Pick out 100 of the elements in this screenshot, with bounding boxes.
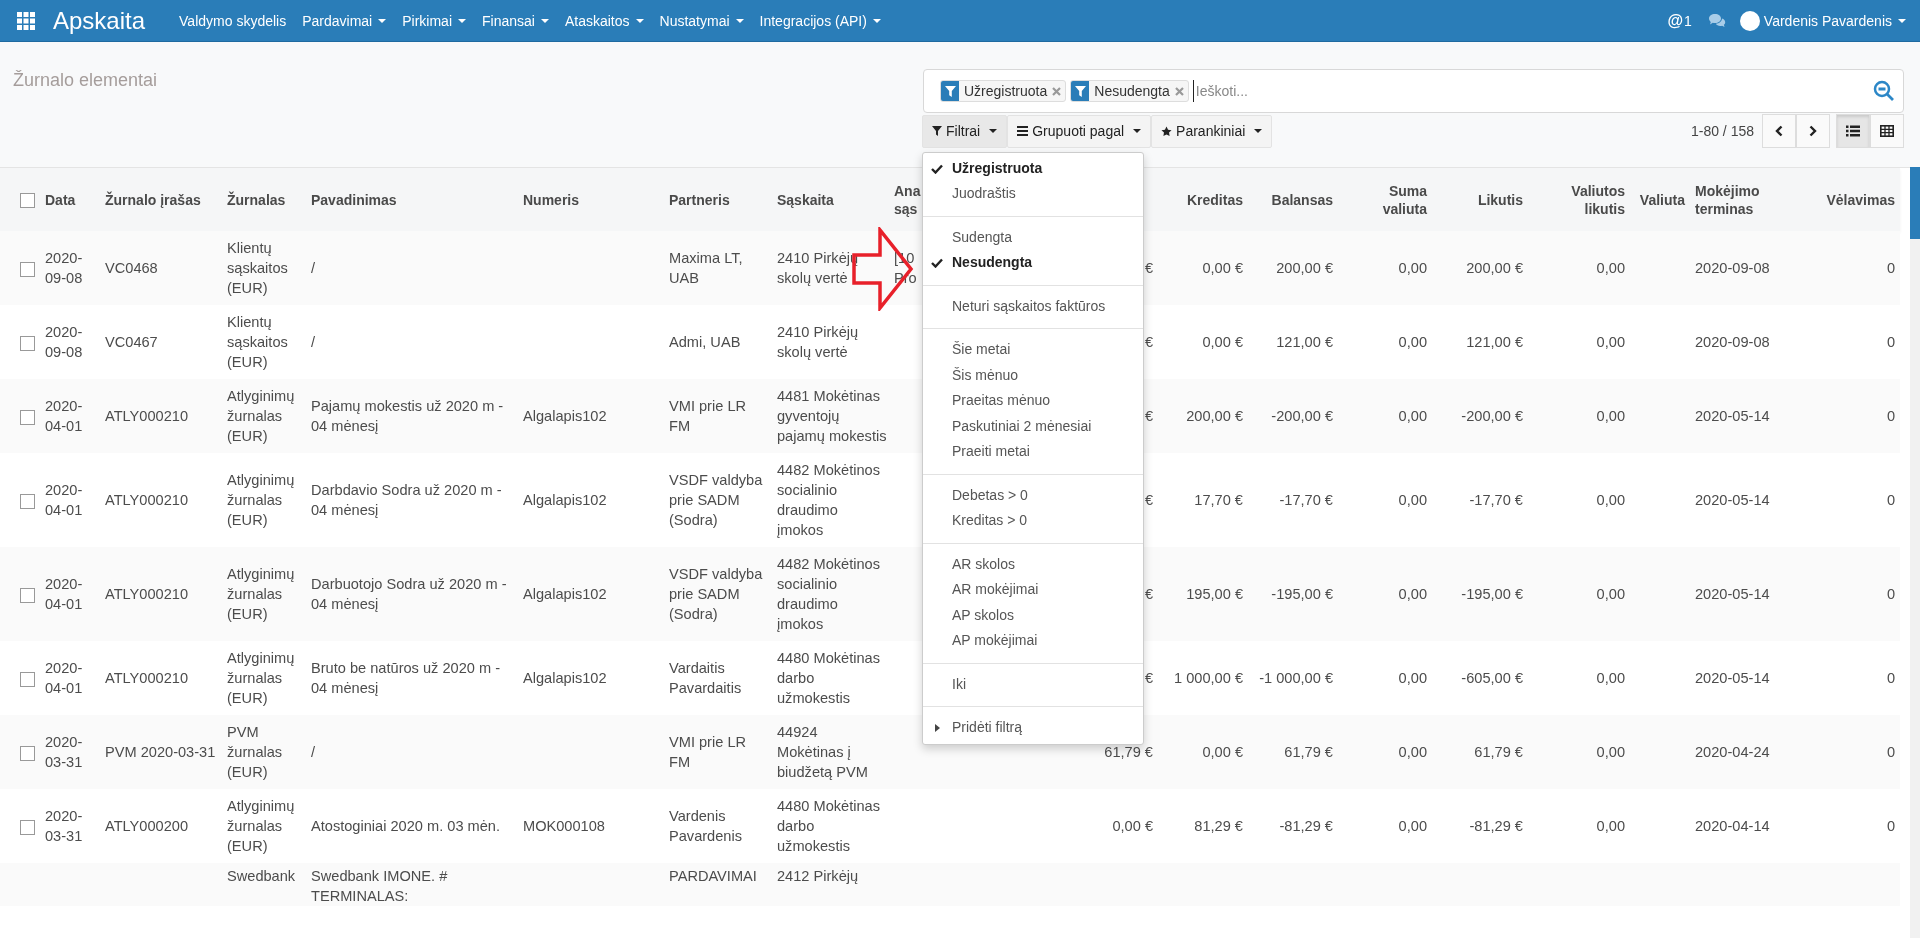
column-header[interactable]: Partneris bbox=[669, 190, 767, 209]
filter-facet[interactable]: Užregistruota bbox=[940, 80, 1067, 102]
filter-option[interactable]: Debetas > 0 bbox=[923, 482, 1143, 508]
filter-option[interactable]: Paskutiniai 2 mėnesiai bbox=[923, 413, 1143, 439]
nav-menu-item[interactable]: Valdymo skydelis bbox=[179, 12, 287, 29]
table-cell: 2020-04-24 bbox=[1695, 744, 1770, 760]
filter-option[interactable]: Praeitas mėnuo bbox=[923, 388, 1143, 414]
table-cell: -200,00 € bbox=[1271, 408, 1333, 424]
table-cell: -17,70 € bbox=[1469, 492, 1523, 508]
toolbar-dropdown-button[interactable]: Filtrai bbox=[922, 114, 1008, 148]
filter-option[interactable]: Šis mėnuo bbox=[923, 362, 1143, 388]
column-header[interactable]: Kreditas bbox=[1163, 190, 1243, 209]
table-cell: Atlyginimų žurnalas (EUR) bbox=[227, 472, 295, 528]
table-cell: / bbox=[311, 744, 316, 760]
column-header[interactable]: Žurnalas bbox=[227, 190, 301, 209]
column-header[interactable]: Mokėjimo terminas bbox=[1695, 181, 1785, 218]
table-cell: 0,00 bbox=[1596, 586, 1625, 602]
table-cell: VMI prie LR FM bbox=[669, 398, 747, 434]
nav-menu-item[interactable]: Nustatymai bbox=[659, 12, 744, 29]
filter-facet[interactable]: Nesudengta bbox=[1070, 80, 1189, 102]
table-cell: 2020-09-08 bbox=[45, 250, 83, 286]
table-cell: 4481 Mokėtinas gyventojų pajamų mokestis bbox=[777, 388, 887, 444]
table-cell: 0,00 bbox=[1398, 492, 1427, 508]
column-header[interactable]: Ana sąs bbox=[894, 181, 923, 218]
column-header[interactable]: Data bbox=[45, 190, 95, 209]
table-cell: € bbox=[1144, 492, 1153, 508]
filter-option[interactable]: Nesudengta bbox=[923, 250, 1143, 276]
pager-value: 1-80 / 158 bbox=[1690, 123, 1754, 139]
column-header[interactable]: Žurnalo įrašas bbox=[105, 190, 217, 209]
user-menu[interactable]: Vardenis Pavardenis bbox=[1763, 12, 1906, 29]
column-header[interactable]: Pavadinimas bbox=[311, 190, 513, 209]
column-header[interactable]: Valiuta bbox=[1635, 190, 1685, 209]
table-cell: Algalapis102 bbox=[523, 586, 607, 602]
column-header[interactable]: Sąskaita bbox=[777, 190, 887, 209]
table-cell: 0,00 bbox=[1596, 744, 1625, 760]
table-cell: € bbox=[1144, 334, 1153, 350]
table-cell: € bbox=[1144, 586, 1153, 602]
table-cell: 2020-05-14 bbox=[1695, 492, 1770, 508]
filter-option[interactable]: AR mokėjimai bbox=[923, 577, 1143, 603]
filter-option[interactable]: AP mokėjimai bbox=[923, 628, 1143, 654]
nav-menu-item[interactable]: Pardavimai bbox=[302, 12, 387, 29]
table-cell: 2020-03-31 bbox=[45, 734, 83, 770]
table-cell: Klientų sąskaitos (EUR) bbox=[227, 314, 288, 370]
table-cell: 44924 Mokėtinas į biudžetą PVM bbox=[777, 724, 868, 780]
table-cell: ATLY000210 bbox=[105, 586, 189, 602]
table-cell: -195,00 € bbox=[1461, 586, 1523, 602]
table-cell: 61,79 € bbox=[1104, 744, 1153, 760]
table-cell: PARDAVIMAI bbox=[669, 868, 757, 884]
filter-option[interactable]: Iki bbox=[923, 671, 1143, 697]
column-header[interactable]: Valiutos likutis bbox=[1533, 181, 1625, 218]
table-cell: 0,00 bbox=[1596, 260, 1625, 276]
table-cell: 200,00 € bbox=[1186, 408, 1243, 424]
filter-option[interactable]: Šie metai bbox=[923, 337, 1143, 363]
table-cell: -605,00 € bbox=[1461, 670, 1523, 686]
table-cell: Pajamų mokestis už 2020 m - 04 mėnesį bbox=[311, 398, 504, 434]
table-cell: -1 000,00 € bbox=[1259, 670, 1333, 686]
column-header[interactable]: Numeris bbox=[523, 190, 659, 209]
table-cell: VC0467 bbox=[105, 334, 158, 350]
filter-option[interactable]: AP skolos bbox=[923, 602, 1143, 628]
table-cell: PVM 2020-03-31 bbox=[105, 744, 216, 760]
table-cell: 0,00 € bbox=[1202, 334, 1243, 350]
filter-option[interactable]: Neturi sąskaitos faktūros bbox=[923, 293, 1143, 319]
table-cell: 2020-05-14 bbox=[1695, 408, 1770, 424]
filter-option[interactable]: Pridėti filtrą bbox=[923, 715, 1143, 741]
column-header[interactable]: Likutis bbox=[1437, 190, 1523, 209]
table-cell: Atlyginimų žurnalas (EUR) bbox=[227, 388, 295, 444]
toolbar-dropdown-button[interactable]: Grupuoti pagal bbox=[1007, 114, 1152, 148]
search-field[interactable]: Užregistruota Nesudengta Ieškoti... bbox=[923, 69, 1904, 113]
column-header[interactable]: Vėlavimas bbox=[1795, 190, 1895, 209]
column-header[interactable]: Balansas bbox=[1253, 190, 1333, 209]
nav-menu-item[interactable]: Pirkimai bbox=[402, 12, 466, 29]
column-header[interactable]: Suma valiuta bbox=[1343, 181, 1427, 218]
table-cell: 0,00 € bbox=[1112, 818, 1153, 834]
filter-option[interactable]: Užregistruota bbox=[923, 155, 1143, 181]
filter-option[interactable]: Juodraštis bbox=[923, 181, 1143, 207]
table-cell: Atostoginiai 2020 m. 03 mėn. bbox=[311, 818, 501, 834]
nav-menu-item[interactable]: Finansai bbox=[482, 12, 549, 29]
table-cell: 0,00 € bbox=[1202, 260, 1243, 276]
table-cell: Bruto be natūros už 2020 m - 04 mėnesį bbox=[311, 660, 500, 696]
table-cell: 0,00 bbox=[1398, 744, 1427, 760]
filter-option[interactable]: Kreditas > 0 bbox=[923, 508, 1143, 534]
table-cell: 0,00 bbox=[1398, 408, 1427, 424]
table-cell: -81,29 € bbox=[1469, 818, 1523, 834]
table-cell: € bbox=[1144, 408, 1153, 424]
table-cell: Maxima LT, UAB bbox=[669, 250, 743, 286]
table-cell: Swedbank IMONE. # TERMINALAS: bbox=[311, 868, 448, 904]
filter-option[interactable]: Sudengta bbox=[923, 224, 1143, 250]
filter-option[interactable]: Praeiti metai bbox=[923, 439, 1143, 465]
table-cell: 0,00 bbox=[1398, 586, 1427, 602]
filter-option[interactable]: AR skolos bbox=[923, 551, 1143, 577]
table-cell: -200,00 € bbox=[1461, 408, 1523, 424]
nav-menu-item[interactable]: Ataskaitos bbox=[564, 12, 644, 29]
table-cell: 2020-04-01 bbox=[45, 576, 83, 612]
table-cell: 0 bbox=[1886, 334, 1895, 350]
toolbar-dropdown-button[interactable]: Parankiniai bbox=[1151, 114, 1273, 148]
table-cell: Darbuotojo Sodra už 2020 m - 04 mėnesį bbox=[311, 576, 507, 612]
mentions-button[interactable]: @1 bbox=[1667, 11, 1692, 30]
table-cell: / bbox=[311, 334, 316, 350]
table-cell: Algalapis102 bbox=[523, 408, 607, 424]
nav-menu-item[interactable]: Integracijos (API) bbox=[759, 12, 881, 29]
